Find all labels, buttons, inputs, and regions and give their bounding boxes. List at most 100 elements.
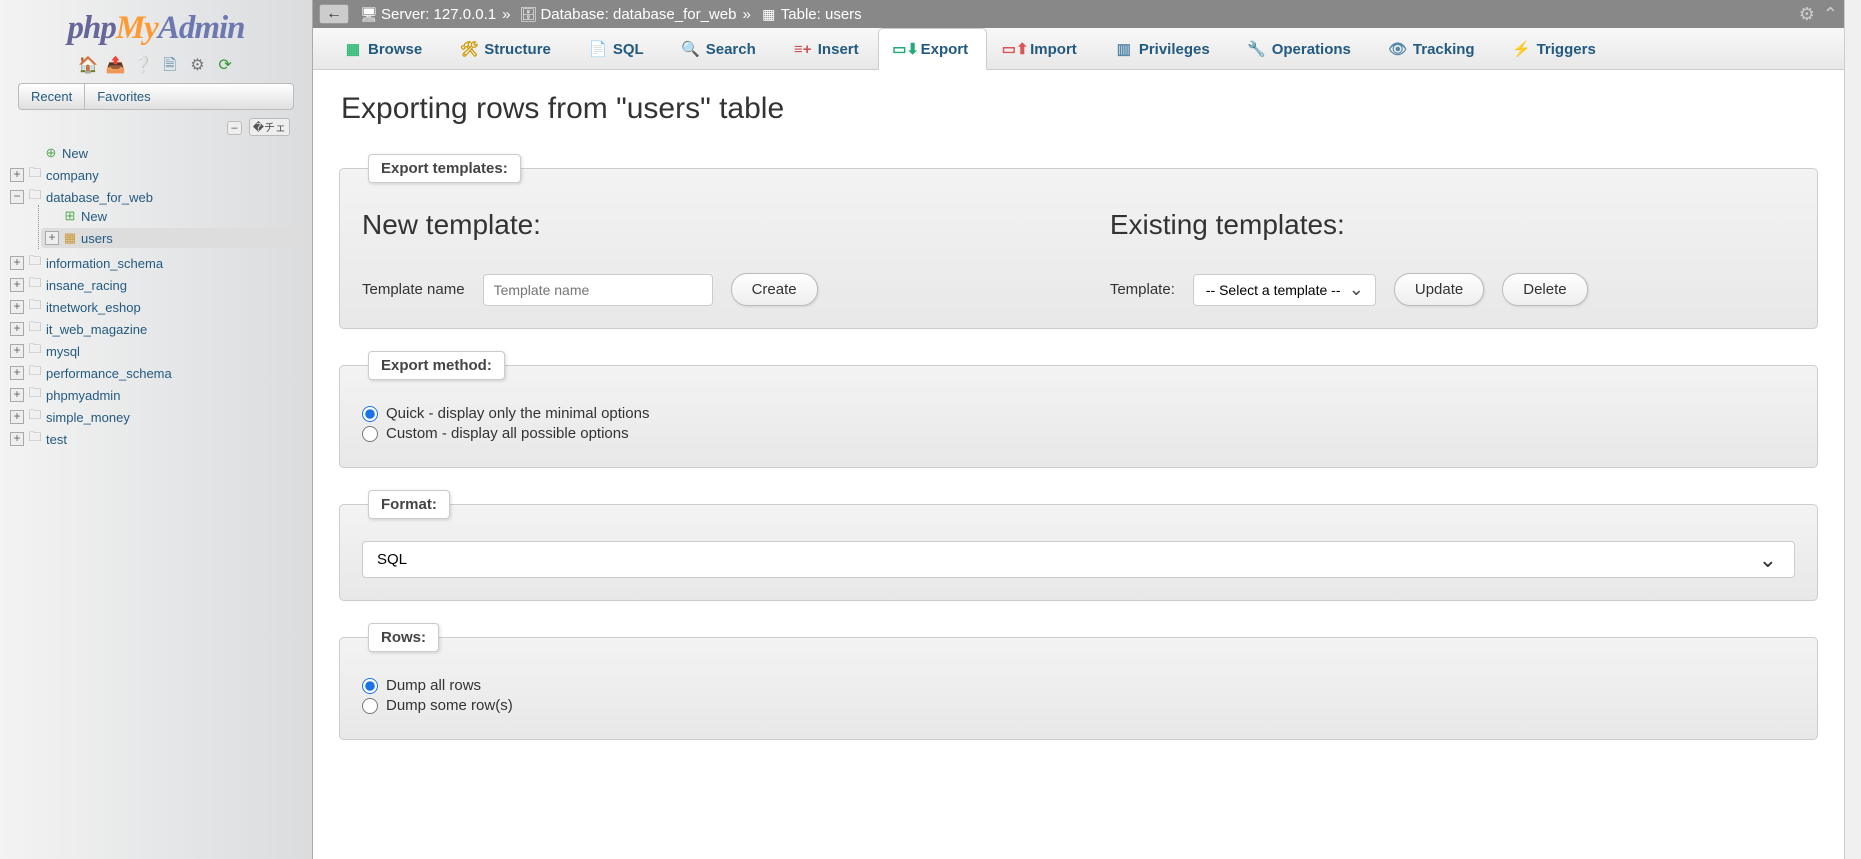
radio-custom-label[interactable]: Custom - display all possible options bbox=[362, 425, 1795, 442]
delete-button[interactable]: Delete bbox=[1502, 273, 1587, 306]
logo[interactable]: phpMyAdmin bbox=[0, 0, 312, 52]
rows-fieldset: Rows: Dump all rows Dump some row(s) bbox=[339, 623, 1818, 740]
sidebar-toolbar: 🏠 📤 ❔ 🗎 ⚙ ⟳ bbox=[0, 57, 312, 75]
expand-icon[interactable]: + bbox=[10, 432, 24, 446]
radio-some-rows[interactable] bbox=[362, 698, 378, 714]
sidebar-tabs: Recent Favorites bbox=[18, 83, 294, 110]
settings-icon[interactable]: ⚙ bbox=[188, 57, 206, 75]
tab-export[interactable]: ▭⬇Export bbox=[878, 28, 988, 70]
db-icon: 🗀 bbox=[27, 167, 43, 183]
tab-recent[interactable]: Recent bbox=[19, 84, 85, 109]
export-method-fieldset: Export method: Quick - display only the … bbox=[339, 351, 1818, 468]
back-button[interactable]: ← bbox=[319, 4, 349, 24]
export-icon: ▭⬇ bbox=[897, 40, 915, 58]
crumb-database[interactable]: Database: database_for_web bbox=[540, 6, 736, 23]
server-icon: 🖥 bbox=[361, 6, 377, 22]
tree-db-information_schema[interactable]: +🗀information_schema bbox=[10, 255, 302, 271]
tab-browse[interactable]: ▦Browse bbox=[325, 28, 441, 69]
collapse-top-icon[interactable]: ⌃ bbox=[1823, 4, 1838, 25]
expand-icon[interactable]: + bbox=[10, 256, 24, 270]
tree-db-phpmyadmin[interactable]: +🗀phpmyadmin bbox=[10, 387, 302, 403]
tree-db-simple_money[interactable]: +🗀simple_money bbox=[10, 409, 302, 425]
format-legend: Format: bbox=[368, 490, 450, 519]
db-icon: 🗀 bbox=[27, 299, 43, 315]
tab-sql[interactable]: 📄SQL bbox=[570, 28, 663, 69]
radio-some-rows-label[interactable]: Dump some row(s) bbox=[362, 697, 1795, 714]
reload-icon[interactable]: ⟳ bbox=[216, 57, 234, 75]
main: ← 🖥 Server: 127.0.0.1 » 🗄 Database: data… bbox=[313, 0, 1844, 859]
home-icon[interactable]: 🏠 bbox=[78, 57, 96, 75]
db-icon: 🗀 bbox=[27, 277, 43, 293]
tab-structure[interactable]: 🛠Structure bbox=[441, 28, 570, 69]
radio-quick[interactable] bbox=[362, 406, 378, 422]
tab-insert[interactable]: ≡+Insert bbox=[775, 28, 878, 69]
db-icon: 🗀 bbox=[27, 255, 43, 271]
tree-db-itnetwork_eshop[interactable]: +🗀itnetwork_eshop bbox=[10, 299, 302, 315]
tree-db-company[interactable]: +🗀company bbox=[10, 167, 302, 183]
collapse-icon[interactable]: – bbox=[227, 121, 241, 135]
tab-search[interactable]: 🔍Search bbox=[663, 28, 775, 69]
tree-db-performance_schema[interactable]: +🗀performance_schema bbox=[10, 365, 302, 381]
sql-icon[interactable]: 🗎 bbox=[161, 57, 179, 75]
tree-db-test[interactable]: +🗀test bbox=[10, 431, 302, 447]
crumb-server[interactable]: Server: 127.0.0.1 bbox=[381, 6, 496, 23]
insert-icon: ≡+ bbox=[794, 40, 812, 58]
radio-quick-label[interactable]: Quick - display only the minimal options bbox=[362, 405, 1795, 422]
radio-custom[interactable] bbox=[362, 426, 378, 442]
update-button[interactable]: Update bbox=[1394, 273, 1484, 306]
create-button[interactable]: Create bbox=[731, 273, 818, 306]
radio-all-rows-label[interactable]: Dump all rows bbox=[362, 677, 1795, 694]
tab-tracking[interactable]: 👁Tracking bbox=[1370, 28, 1494, 69]
new-db-icon: ⊕ bbox=[43, 145, 59, 161]
tab-favorites[interactable]: Favorites bbox=[85, 84, 162, 109]
db-icon: 🗀 bbox=[27, 387, 43, 403]
tree-db-mysql[interactable]: +🗀mysql bbox=[10, 343, 302, 359]
export-templates-fieldset: Export templates: New template: Template… bbox=[339, 154, 1818, 329]
new-table-icon: ⊞ bbox=[62, 208, 78, 224]
db-icon: 🗀 bbox=[27, 343, 43, 359]
expand-icon[interactable]: + bbox=[45, 231, 59, 245]
expand-icon[interactable]: + bbox=[10, 322, 24, 336]
logout-icon[interactable]: 📤 bbox=[106, 57, 124, 75]
tree-table-users[interactable]: +▦users bbox=[41, 228, 306, 248]
db-icon: 🗀 bbox=[27, 321, 43, 337]
content: Exporting rows from "users" table Export… bbox=[313, 70, 1844, 859]
expand-icon[interactable]: + bbox=[10, 388, 24, 402]
radio-all-rows[interactable] bbox=[362, 678, 378, 694]
gear-icon[interactable]: ⚙ bbox=[1799, 4, 1815, 25]
scrollbar-track[interactable] bbox=[1844, 0, 1861, 859]
expand-icon[interactable]: + bbox=[10, 168, 24, 182]
database-icon: 🗄 bbox=[520, 6, 536, 22]
tree-db-insane_racing[interactable]: +🗀insane_racing bbox=[10, 277, 302, 293]
breadcrumb-bar: ← 🖥 Server: 127.0.0.1 » 🗄 Database: data… bbox=[313, 0, 1844, 28]
template-select-label: Template: bbox=[1110, 281, 1175, 298]
triggers-icon: ⚡ bbox=[1513, 40, 1531, 58]
link-icon[interactable]: �チェ bbox=[249, 118, 290, 136]
tab-operations[interactable]: 🔧Operations bbox=[1229, 28, 1370, 69]
existing-templates-heading: Existing templates: bbox=[1110, 209, 1588, 241]
tab-privileges[interactable]: ▥Privileges bbox=[1096, 28, 1229, 69]
template-name-input[interactable] bbox=[483, 274, 713, 306]
tree-db-it_web_magazine[interactable]: +🗀it_web_magazine bbox=[10, 321, 302, 337]
tab-import[interactable]: ▭⬆Import bbox=[987, 28, 1096, 69]
tree-new-table[interactable]: ⊞New bbox=[45, 208, 302, 224]
expand-icon[interactable]: + bbox=[10, 344, 24, 358]
expand-icon[interactable]: + bbox=[10, 410, 24, 424]
expand-icon[interactable]: + bbox=[10, 278, 24, 292]
expand-icon[interactable]: + bbox=[10, 300, 24, 314]
sql-icon: 📄 bbox=[589, 40, 607, 58]
crumb-table[interactable]: Table: users bbox=[781, 6, 862, 23]
export-method-legend: Export method: bbox=[368, 351, 505, 380]
tab-triggers[interactable]: ⚡Triggers bbox=[1494, 28, 1615, 69]
template-select[interactable]: -- Select a template -- bbox=[1193, 274, 1376, 306]
import-icon: ▭⬆ bbox=[1006, 40, 1024, 58]
table-icon: ▦ bbox=[761, 6, 777, 22]
expand-icon[interactable]: + bbox=[10, 366, 24, 380]
docs-icon[interactable]: ❔ bbox=[133, 57, 151, 75]
browse-icon: ▦ bbox=[344, 40, 362, 58]
format-select[interactable]: SQL bbox=[362, 541, 1795, 578]
tree-new[interactable]: ⊕New bbox=[10, 145, 302, 161]
tree-db-database_for_web[interactable]: −🗀database_for_web bbox=[10, 189, 302, 205]
rows-legend: Rows: bbox=[368, 623, 439, 652]
collapse-icon[interactable]: − bbox=[10, 190, 24, 204]
